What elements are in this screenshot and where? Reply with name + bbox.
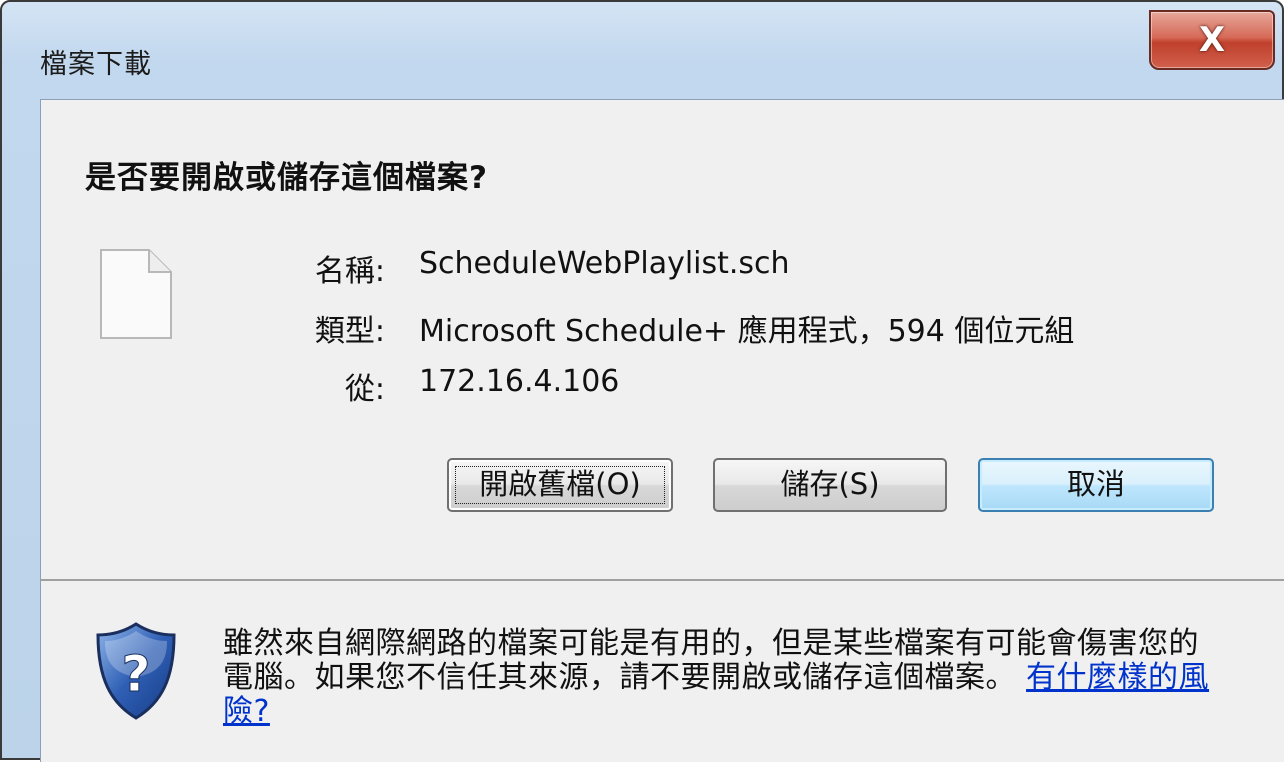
title-bar[interactable]: 檔案下載 X [2,2,1282,98]
dialog-content: 是否要開啟或儲存這個檔案? 名稱: ScheduleWebPlaylist.sc… [40,99,1284,579]
svg-text:?: ? [121,645,150,703]
file-type-value: Microsoft Schedule+ 應用程式，594 個位元組 [419,314,1075,349]
save-button[interactable]: 儲存(S) [713,458,947,512]
cancel-button[interactable]: 取消 [978,458,1214,512]
open-button[interactable]: 開啟舊檔(O) [447,458,673,512]
shield-question-icon: ? [96,622,176,720]
name-label: 名稱: [314,254,385,289]
close-icon: X [1198,20,1226,60]
from-value: 172.16.4.106 [419,364,620,399]
type-label: 類型: [314,314,385,349]
open-button-label: 開啟舊檔(O) [479,467,641,501]
close-button[interactable]: X [1149,10,1275,70]
security-warning-text: 雖然來自網際網路的檔案可能是有用的，但是某些檔案有可能會傷害您的電腦。如果您不信… [223,627,1223,729]
cancel-button-label: 取消 [1066,467,1125,501]
save-button-label: 儲存(S) [780,467,880,501]
file-name-value: ScheduleWebPlaylist.sch [419,246,790,281]
window-title: 檔案下載 [40,49,152,80]
security-warning-panel: ? 雖然來自網際網路的檔案可能是有用的，但是某些檔案有可能會傷害您的電腦。如果您… [40,579,1284,762]
from-label: 從: [344,372,385,407]
file-icon [100,249,172,339]
dialog-question: 是否要開啟或儲存這個檔案? [85,160,488,196]
file-download-dialog: 檔案下載 X 是否要開啟或儲存這個檔案? 名稱: ScheduleWebPlay… [0,0,1284,762]
